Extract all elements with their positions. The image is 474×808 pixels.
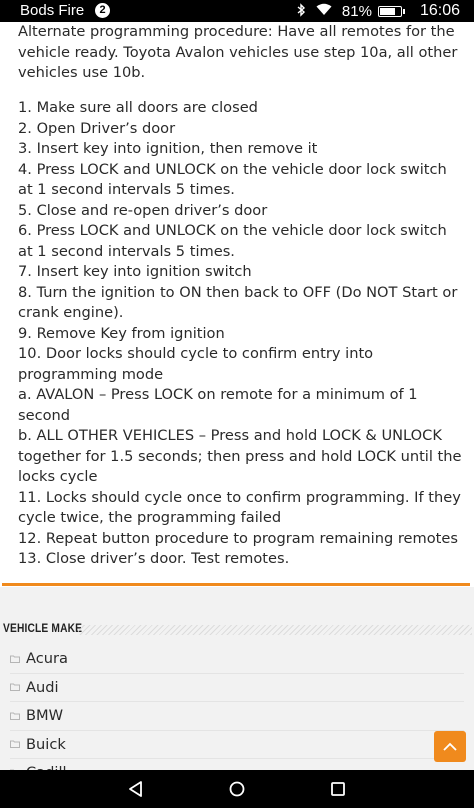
step-item: b. ALL OTHER VEHICLES – Press and hold L… bbox=[18, 427, 462, 485]
folder-icon bbox=[10, 655, 20, 663]
scroll-to-top-button[interactable] bbox=[434, 731, 466, 762]
folder-icon bbox=[10, 683, 20, 692]
step-item: 9. Remove Key from ignition bbox=[18, 324, 225, 342]
status-bar: Bods Fire 2 81% 16:06 bbox=[0, 0, 474, 22]
clock-time: 16:06 bbox=[419, 2, 460, 19]
chevron-up-icon bbox=[443, 742, 457, 751]
wifi-icon bbox=[316, 3, 332, 19]
battery-icon bbox=[377, 5, 405, 17]
step-item: 2. Open Driver’s door bbox=[18, 119, 176, 137]
widget-title: VEHICLE MAKE bbox=[3, 621, 83, 635]
vehicle-make-link[interactable]: Audi bbox=[10, 674, 464, 702]
step-item: 1. Make sure all doors are closed bbox=[18, 99, 258, 116]
folder-icon bbox=[10, 740, 20, 749]
step-item: 10. Door locks should cycle to confirm e… bbox=[18, 345, 374, 383]
step-item: 6. Press LOCK and UNLOCK on the vehicle … bbox=[18, 222, 447, 260]
step-item: a. AVALON – Press LOCK on remote for a m… bbox=[18, 386, 418, 424]
vehicle-make-label: Audi bbox=[26, 678, 59, 696]
recent-apps-icon bbox=[331, 782, 345, 796]
navigation-bar bbox=[0, 770, 474, 808]
back-icon bbox=[129, 781, 142, 797]
home-button[interactable] bbox=[227, 779, 247, 799]
home-icon bbox=[229, 781, 245, 797]
step-item: 12. Repeat button procedure to program r… bbox=[18, 529, 458, 547]
article-content: Alternate programming procedure: Have al… bbox=[0, 22, 474, 587]
programming-steps: 1. Make sure all doors are closed 2. Open… bbox=[18, 98, 463, 570]
vehicle-make-label: Acura bbox=[26, 650, 68, 668]
notification-count-badge: 2 bbox=[95, 3, 110, 18]
step-item: 3. Insert key into ignition, then remove… bbox=[18, 140, 318, 157]
bluetooth-icon bbox=[297, 2, 306, 20]
step-item: 8. Turn the ignition to ON then back to … bbox=[18, 283, 458, 322]
widget-title-decoration bbox=[78, 625, 472, 635]
step-item: 5. Close and re-open driver’s door bbox=[18, 201, 268, 219]
notification-app-name: Bods Fire bbox=[20, 2, 85, 19]
vehicle-make-label: BMW bbox=[26, 707, 64, 725]
step-item: 11. Locks should cycle once to confirm p… bbox=[18, 488, 461, 527]
intro-paragraph: Alternate programming procedure: Have al… bbox=[18, 23, 458, 81]
step-item: 4. Press LOCK and UNLOCK on the vehicle … bbox=[18, 160, 447, 199]
step-item: 7. Insert key into ignition switch bbox=[18, 263, 252, 280]
folder-icon bbox=[10, 712, 20, 720]
vehicle-make-list: AcuraAudiBMWBuickCadill bbox=[10, 645, 464, 788]
vehicle-make-link[interactable]: Buick bbox=[10, 731, 464, 759]
step-item: 13. Close driver’s door. Test remotes. bbox=[18, 550, 290, 567]
back-button[interactable] bbox=[126, 779, 146, 799]
battery-percent: 81% bbox=[341, 2, 372, 20]
vehicle-make-link[interactable]: BMW bbox=[10, 702, 464, 731]
section-divider bbox=[2, 583, 470, 586]
vehicle-make-label: Buick bbox=[26, 735, 66, 753]
vehicle-make-link[interactable]: Acura bbox=[10, 645, 464, 674]
recent-apps-button[interactable] bbox=[328, 779, 348, 799]
